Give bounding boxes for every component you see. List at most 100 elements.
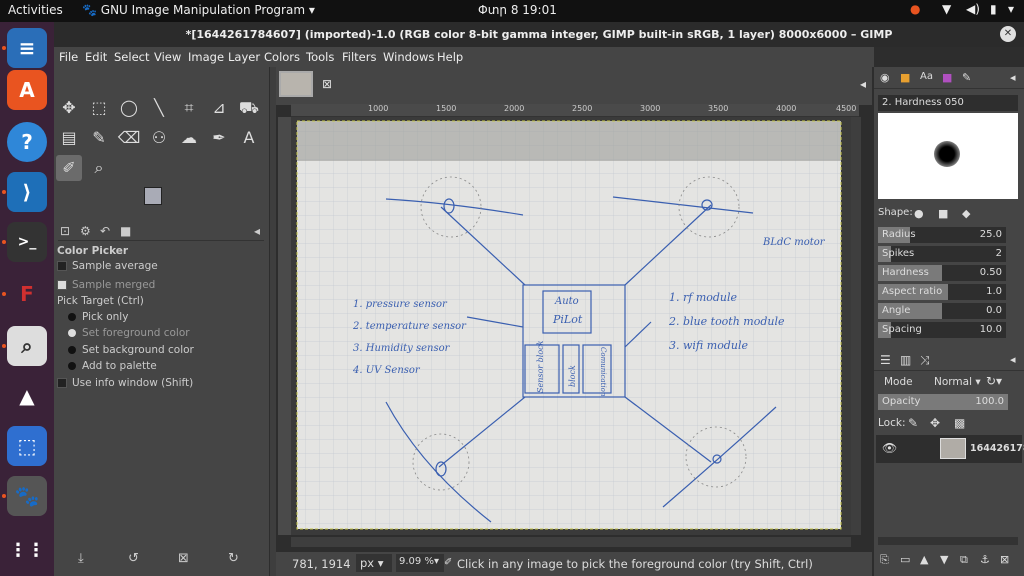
paintbrush-tool-icon[interactable]: ✎: [86, 125, 112, 151]
tab-menu-icon[interactable]: ◂: [1010, 71, 1016, 84]
menu-tools[interactable]: Tools: [306, 50, 334, 64]
text-editor-icon[interactable]: ≡: [7, 28, 47, 68]
new-layer-group-icon[interactable]: ▭: [900, 553, 910, 566]
tool-options-tab-icon[interactable]: ⊡: [60, 224, 70, 238]
app-menu[interactable]: 🐾 GNU Image Manipulation Program ▾: [82, 3, 315, 17]
gradient-tool-icon[interactable]: ▤: [56, 125, 82, 151]
screenshot-icon[interactable]: ⬚: [7, 426, 47, 466]
activities-button[interactable]: Activities: [8, 3, 63, 17]
new-layer-icon[interactable]: ⎘: [880, 553, 889, 567]
image-thumbnail[interactable]: [279, 71, 313, 97]
fuzzy-select-tool-icon[interactable]: ╲: [146, 95, 172, 121]
chrome-indicator-icon[interactable]: ●: [910, 2, 920, 16]
hardness-slider[interactable]: Hardness 0.50: [878, 265, 1006, 281]
layers-scrollbar[interactable]: [878, 537, 1018, 545]
diamond-shape-icon[interactable]: ◆: [962, 207, 970, 220]
checkbox-checked[interactable]: [57, 280, 67, 290]
anchor-layer-icon[interactable]: ⚓: [980, 553, 990, 566]
inkscape-icon[interactable]: ▲: [7, 376, 47, 416]
images-tab-icon[interactable]: ■: [120, 224, 131, 238]
sample-merged-option[interactable]: Sample merged: [57, 279, 265, 291]
menu-select[interactable]: Select: [114, 50, 149, 64]
checkbox[interactable]: [57, 261, 67, 271]
text-tool-icon[interactable]: A: [236, 125, 262, 151]
set-background-radio[interactable]: Set background color: [68, 344, 276, 356]
zoom-select[interactable]: 9.09 %▾: [396, 554, 444, 572]
path-tool-icon[interactable]: ✒: [206, 125, 232, 151]
tab-menu-icon[interactable]: ◂: [254, 224, 260, 238]
menu-image[interactable]: Image: [188, 50, 224, 64]
menu-edit[interactable]: Edit: [85, 50, 107, 64]
transform-tool-icon[interactable]: ⊿: [206, 95, 232, 121]
lock-position-icon[interactable]: ✥: [930, 416, 940, 430]
device-status-tab-icon[interactable]: ⚙: [80, 224, 91, 238]
zoom-tool-icon[interactable]: ⌕: [86, 155, 112, 181]
crop-tool-icon[interactable]: ⌗: [176, 95, 202, 121]
square-shape-icon[interactable]: ■: [938, 207, 948, 220]
rect-select-tool-icon[interactable]: ⬚: [86, 95, 112, 121]
clock[interactable]: Փտր 8 19:01: [478, 3, 557, 17]
lock-alpha-icon[interactable]: ▩: [954, 416, 965, 430]
color-picker-tool-icon[interactable]: ✐: [56, 155, 82, 181]
visibility-eye-icon[interactable]: 👁: [882, 441, 897, 455]
horizontal-scrollbar[interactable]: [291, 537, 851, 547]
lower-layer-icon[interactable]: ▼: [940, 553, 948, 566]
layers-tab-icon[interactable]: ☰: [880, 353, 891, 367]
channels-tab-icon[interactable]: ▥: [900, 353, 911, 367]
mode-select[interactable]: Normal ▾: [934, 376, 981, 388]
dock-separator[interactable]: [270, 67, 276, 576]
battery-icon[interactable]: ▮: [990, 2, 997, 16]
radius-slider[interactable]: Radius 25.0: [878, 227, 1006, 243]
menu-colors[interactable]: Colors: [264, 50, 300, 64]
pick-only-radio[interactable]: Pick only: [68, 311, 276, 323]
save-options-icon[interactable]: ⤓: [78, 551, 84, 566]
brushes-tab-icon[interactable]: ◉: [880, 71, 890, 84]
patterns-tab-icon[interactable]: ■: [900, 71, 910, 84]
foreground-color[interactable]: [144, 187, 162, 205]
canvas-area[interactable]: 1. pressure sensor 2. temperature sensor…: [291, 117, 851, 535]
clone-tool-icon[interactable]: ⚇: [146, 125, 172, 151]
move-tool-icon[interactable]: ✥: [56, 95, 82, 121]
opacity-slider[interactable]: Opacity 100.0: [878, 394, 1008, 410]
delete-layer-icon[interactable]: ⊠: [1000, 553, 1009, 566]
vscode-icon[interactable]: ⟩: [7, 172, 47, 212]
fonts-tab-icon[interactable]: Aa: [920, 71, 933, 82]
spikes-slider[interactable]: Spikes 2: [878, 246, 1006, 262]
menu-windows[interactable]: Windows: [383, 50, 434, 64]
layer-row[interactable]: 👁 164426178: [876, 435, 1024, 463]
paint-dynamics-tab-icon[interactable]: ✎: [962, 71, 971, 84]
menu-layer[interactable]: Layer: [228, 50, 260, 64]
smudge-tool-icon[interactable]: ☁: [176, 125, 202, 151]
layer-name[interactable]: 164426178: [970, 443, 1024, 454]
help-icon[interactable]: ?: [7, 122, 47, 162]
mode-reset-icon[interactable]: ↻▾: [986, 374, 1002, 388]
use-info-window-option[interactable]: Use info window (Shift): [57, 377, 265, 389]
image-canvas[interactable]: 1. pressure sensor 2. temperature sensor…: [291, 117, 851, 535]
close-window-button[interactable]: ✕: [1000, 26, 1016, 42]
close-image-tab-icon[interactable]: ⊠: [322, 77, 332, 91]
wifi-icon[interactable]: ▼: [942, 2, 951, 16]
set-foreground-radio[interactable]: Set foreground color: [68, 327, 276, 339]
unit-select[interactable]: px ▾: [356, 554, 392, 572]
menu-file[interactable]: File: [59, 50, 78, 64]
angle-slider[interactable]: Angle 0.0: [878, 303, 1006, 319]
tab-menu-icon[interactable]: ◂: [1010, 353, 1016, 366]
spacing-slider[interactable]: Spacing 10.0: [878, 322, 1006, 338]
eraser-tool-icon[interactable]: ⌫: [116, 125, 142, 151]
filezilla-icon[interactable]: F: [7, 274, 47, 314]
raise-layer-icon[interactable]: ▲: [920, 553, 928, 566]
menu-view[interactable]: View: [154, 50, 181, 64]
duplicate-layer-icon[interactable]: ⧉: [960, 553, 968, 567]
tab-menu-icon[interactable]: ◂: [860, 77, 866, 91]
fg-bg-colors[interactable]: [144, 187, 176, 217]
terminal-icon[interactable]: >_: [7, 222, 47, 262]
delete-options-icon[interactable]: ⊠: [178, 551, 189, 566]
aspect-ratio-slider[interactable]: Aspect ratio 1.0: [878, 284, 1006, 300]
gimp-icon[interactable]: 🐾: [7, 476, 47, 516]
volume-icon[interactable]: ◀): [966, 2, 980, 16]
undo-history-tab-icon[interactable]: ↶: [100, 224, 110, 238]
menu-filters[interactable]: Filters: [342, 50, 376, 64]
menu-help[interactable]: Help: [437, 50, 463, 64]
image-viewer-icon[interactable]: ⌕: [7, 326, 47, 366]
system-menu-icon[interactable]: ▾: [1008, 2, 1014, 16]
